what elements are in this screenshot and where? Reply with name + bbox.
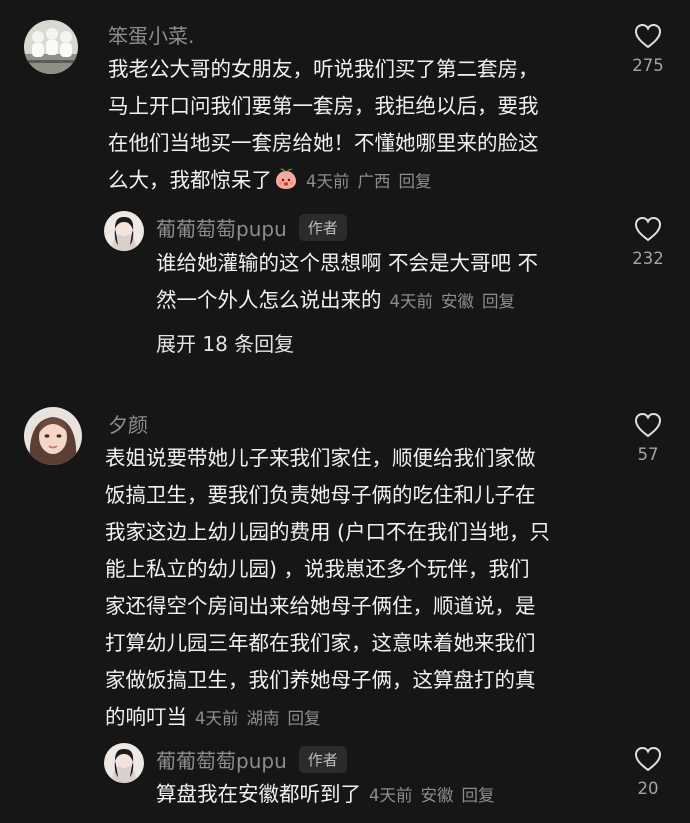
reply-text-line: 谁给她灌输的这个思想啊 不会是大哥吧 不 bbox=[156, 251, 539, 275]
reply-button[interactable]: 回复 bbox=[462, 786, 495, 805]
comment-text-line: 我老公大哥的女朋友，听说我们买了第二套房， bbox=[108, 57, 539, 81]
comment-time: 4天前 bbox=[306, 172, 350, 191]
heart-icon bbox=[634, 23, 662, 49]
comment-time: 4天前 bbox=[195, 709, 239, 728]
like-count: 20 bbox=[637, 779, 659, 798]
comment-text-line: 在他们当地买一套房给她！不懂她哪里来的脸这 bbox=[108, 131, 539, 155]
reply-username-text: 葡葡萄萄pupu bbox=[156, 749, 287, 773]
comment-text-line: 家做饭搞卫生，我们养她母子俩，这算盘打的真 bbox=[105, 668, 536, 692]
reply-button[interactable]: 回复 bbox=[482, 292, 515, 311]
comment-text: 表姐说要带她儿子来我们家住，顺便给我们家做 饭搞卫生，要我们负责她母子俩的吃住和… bbox=[105, 440, 550, 737]
comment-text-line: 家还得空个房间出来给她母子俩住，顺道说，是 bbox=[105, 594, 536, 618]
heart-icon bbox=[634, 412, 662, 438]
comment-username[interactable]: 笨蛋小菜. bbox=[108, 20, 194, 49]
like-count: 275 bbox=[632, 56, 664, 75]
avatar[interactable] bbox=[104, 211, 144, 251]
reply-time: 4天前 bbox=[369, 786, 413, 805]
reply-button[interactable]: 回复 bbox=[399, 172, 432, 191]
comment-username[interactable]: 夕颜 bbox=[108, 409, 148, 438]
like-button[interactable]: 275 bbox=[618, 22, 678, 75]
comment-text-line: 打算幼儿园三年都在我们家，这意味着她来我们 bbox=[105, 631, 536, 655]
peach-face-emoji bbox=[276, 168, 296, 189]
reply-location: 安徽 bbox=[441, 292, 474, 311]
avatar[interactable] bbox=[24, 20, 78, 74]
avatar[interactable] bbox=[104, 743, 144, 783]
comment-text-line: 我家这边上幼儿园的费用 (户口不在我们当地，只 bbox=[105, 520, 551, 544]
comment-meta: 4天前 广西 回复 bbox=[306, 172, 440, 191]
author-badge: 作者 bbox=[298, 746, 347, 773]
like-count: 57 bbox=[637, 445, 659, 464]
expand-replies-button[interactable]: 展开 18 条回复 bbox=[156, 328, 294, 357]
author-badge: 作者 bbox=[298, 214, 347, 241]
reply-text-line: 然一个外人怎么说出来的 bbox=[156, 288, 382, 312]
reply-meta: 4天前 安徽 回复 bbox=[369, 786, 503, 805]
comment-text: 我老公大哥的女朋友，听说我们买了第二套房， 马上开口问我们要第一套房，我拒绝以后… bbox=[108, 51, 539, 200]
comment-text-line: 的响叮当 bbox=[105, 705, 187, 729]
comment-location: 湖南 bbox=[246, 709, 280, 728]
reply-text: 谁给她灌输的这个思想啊 不会是大哥吧 不 然一个外人怎么说出来的 4天前 安徽 回复 bbox=[156, 245, 538, 320]
comment-text-line: 饭搞卫生，要我们负责她母子俩的吃住和儿子在 bbox=[105, 483, 536, 507]
heart-icon bbox=[634, 746, 662, 772]
like-count: 232 bbox=[632, 249, 664, 268]
comment-text-line: 马上开口问我们要第一套房，我拒绝以后，要我 bbox=[108, 94, 539, 118]
comment-text-line: 么大，我都惊呆了 bbox=[108, 168, 272, 192]
comment-text-line: 能上私立的幼儿园) ，说我崽还多个玩伴，我们 bbox=[105, 557, 530, 581]
reply-username-text: 葡葡萄萄pupu bbox=[156, 217, 287, 241]
reply-username[interactable]: 葡葡萄萄pupu 作者 bbox=[156, 213, 347, 242]
reply-username[interactable]: 葡葡萄萄pupu 作者 bbox=[156, 745, 347, 774]
avatar[interactable] bbox=[24, 407, 82, 465]
reply-meta: 4天前 安徽 回复 bbox=[390, 292, 524, 311]
like-button[interactable]: 20 bbox=[618, 745, 678, 798]
heart-icon bbox=[634, 216, 662, 242]
reply-text-line: 算盘我在安徽都听到了 bbox=[156, 782, 361, 806]
reply-button[interactable]: 回复 bbox=[288, 709, 321, 728]
like-button[interactable]: 57 bbox=[618, 411, 678, 464]
comment-meta: 4天前 湖南 回复 bbox=[195, 709, 329, 728]
reply-text: 算盘我在安徽都听到了 4天前 安徽 回复 bbox=[156, 776, 503, 814]
reply-location: 安徽 bbox=[420, 786, 454, 805]
comment-text-line: 表姐说要带她儿子来我们家住，顺便给我们家做 bbox=[105, 446, 536, 470]
comment-location: 广西 bbox=[357, 172, 391, 191]
reply-time: 4天前 bbox=[389, 292, 434, 311]
like-button[interactable]: 232 bbox=[618, 215, 678, 268]
